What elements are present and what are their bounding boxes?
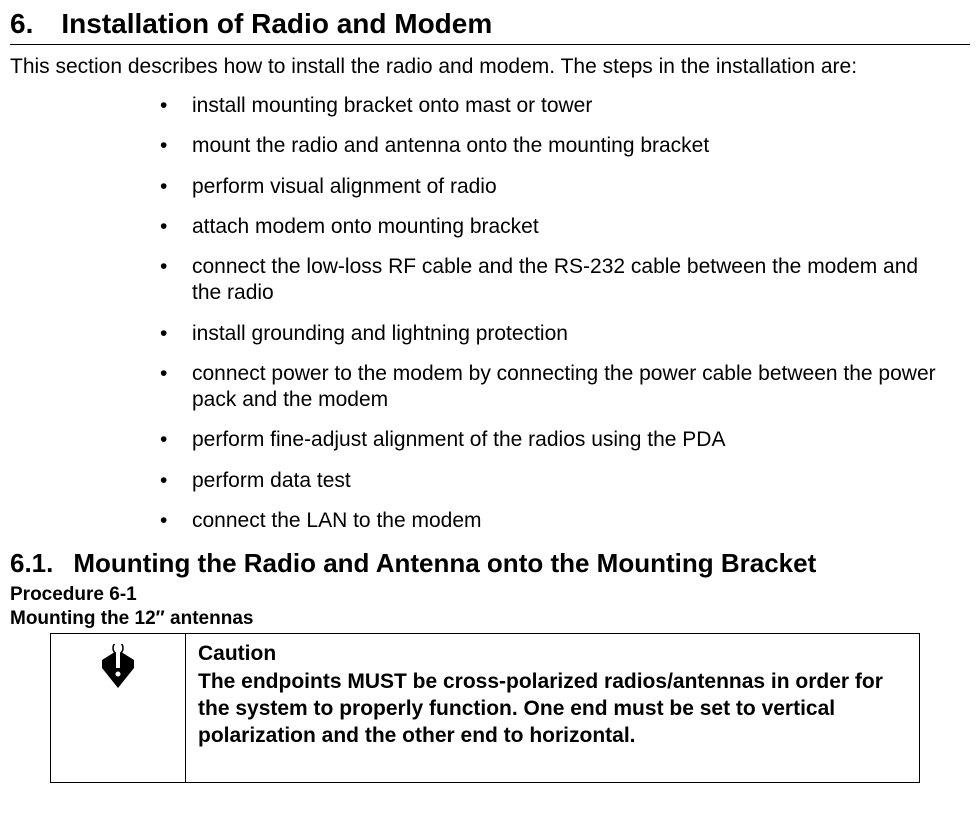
list-item: attach modem onto mounting bracket bbox=[160, 214, 950, 240]
subsection-heading: 6.1. Mounting the Radio and Antenna onto … bbox=[10, 548, 970, 579]
caution-content: Caution The endpoints MUST be cross-pola… bbox=[186, 634, 919, 782]
list-item: install mounting bracket onto mast or to… bbox=[160, 93, 950, 119]
caution-box: Caution The endpoints MUST be cross-pola… bbox=[50, 633, 920, 783]
procedure-subtitle: Mounting the 12″ antennas bbox=[10, 607, 970, 631]
list-item: perform data test bbox=[160, 468, 950, 494]
intro-paragraph: This section describes how to install th… bbox=[10, 55, 970, 79]
section-number: 6. bbox=[10, 8, 33, 40]
section-heading: 6. Installation of Radio and Modem bbox=[10, 8, 970, 45]
subsection-number: 6.1. bbox=[10, 548, 53, 579]
caution-text: The endpoints MUST be cross-polarized ra… bbox=[198, 668, 907, 750]
caution-icon bbox=[96, 644, 140, 692]
section-title: Installation of Radio and Modem bbox=[61, 8, 492, 39]
list-item: connect power to the modem by connecting… bbox=[160, 361, 950, 414]
list-item: install grounding and lightning protecti… bbox=[160, 321, 950, 347]
list-item: connect the LAN to the modem bbox=[160, 508, 950, 534]
list-item: perform visual alignment of radio bbox=[160, 174, 950, 200]
list-item: mount the radio and antenna onto the mou… bbox=[160, 133, 950, 159]
install-steps-list: install mounting bracket onto mast or to… bbox=[10, 93, 970, 534]
caution-title: Caution bbox=[198, 642, 907, 666]
list-item: connect the low-loss RF cable and the RS… bbox=[160, 254, 950, 307]
list-item: perform fine-adjust alignment of the rad… bbox=[160, 427, 950, 453]
caution-icon-cell bbox=[51, 634, 186, 782]
procedure-label: Procedure 6-1 bbox=[10, 583, 970, 607]
subsection-title: Mounting the Radio and Antenna onto the … bbox=[73, 548, 816, 578]
